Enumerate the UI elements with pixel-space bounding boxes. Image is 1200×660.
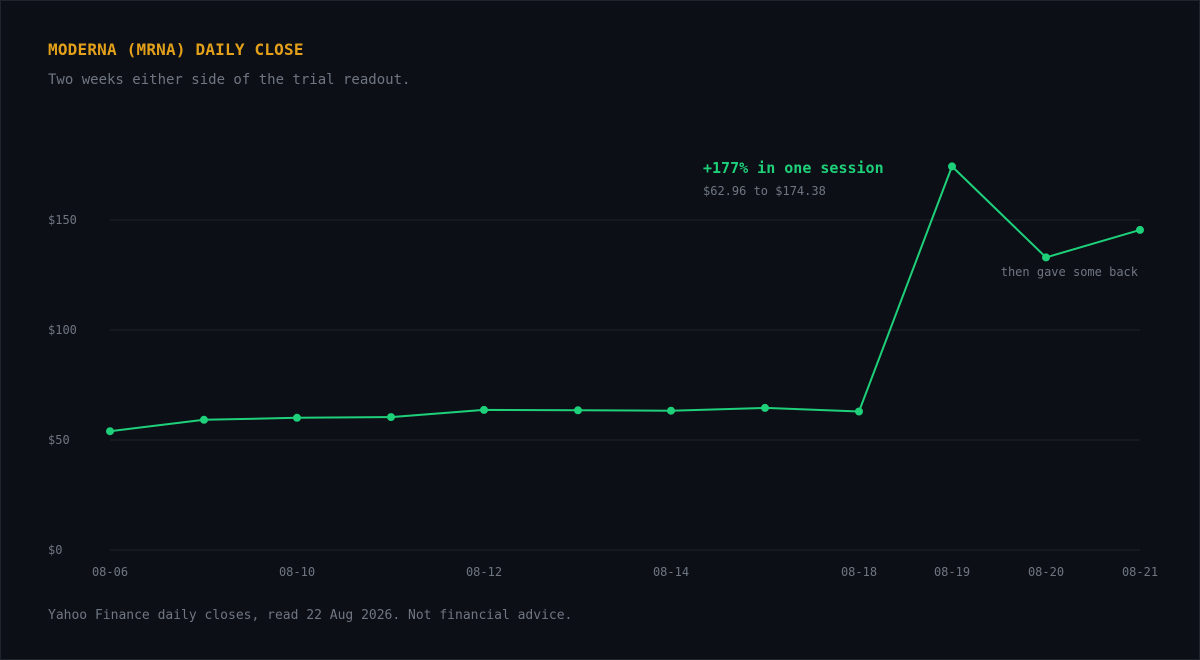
grid-lines — [110, 219, 1140, 551]
data-point-08-11 — [387, 413, 395, 422]
x-tick-label: 08-20 — [1028, 565, 1064, 579]
data-point-08-17 — [761, 403, 769, 412]
pullback-annotation: then gave some back — [1001, 265, 1139, 279]
y-axis-ticks: $0 $50 $100 $150 — [48, 213, 77, 557]
x-tick-label: 08-14 — [653, 565, 689, 579]
data-point-08-13 — [574, 406, 582, 415]
x-tick-label: 08-18 — [841, 565, 877, 579]
annotations: +177% in one session $62.96 to $174.38 the… — [703, 159, 1139, 279]
y-tick-label: $100 — [48, 323, 77, 337]
line-chart: $0$50$100$150 08-06 08-10 08-12 08-14 08-18 0… — [48, 159, 1158, 579]
spike-annotation: +177% in one session — [703, 159, 884, 177]
data-point-08-06 — [106, 427, 114, 436]
data-point-08-07 — [200, 415, 208, 424]
x-tick-label: 08-06 — [92, 565, 128, 579]
series-layer — [106, 162, 1144, 436]
data-point-08-14 — [667, 406, 675, 415]
data-point-08-19 — [948, 162, 956, 171]
data-point-08-18 — [855, 407, 863, 416]
data-point-08-20 — [1042, 253, 1050, 262]
x-tick-label: 08-19 — [934, 565, 970, 579]
data-point-08-21 — [1136, 225, 1144, 234]
x-tick-label: 08-21 — [1122, 565, 1158, 579]
series-line — [109, 165, 1141, 433]
y-tick-label: $50 — [48, 433, 70, 447]
x-axis-ticks: 08-06 08-10 08-12 08-14 08-18 08-19 08-20 08-21 — [92, 565, 1158, 579]
spike-annotation-detail: $62.96 to $174.38 — [703, 184, 826, 198]
x-tick-label: 08-10 — [279, 565, 315, 579]
source-note: Yahoo Finance daily closes, read 22 Aug … — [48, 608, 573, 623]
y-tick-label: $0 — [48, 543, 62, 557]
data-point-08-12 — [480, 405, 488, 414]
x-tick-label: 08-12 — [466, 565, 502, 579]
y-tick-label: $150 — [48, 213, 77, 227]
data-point-08-10 — [293, 413, 301, 422]
